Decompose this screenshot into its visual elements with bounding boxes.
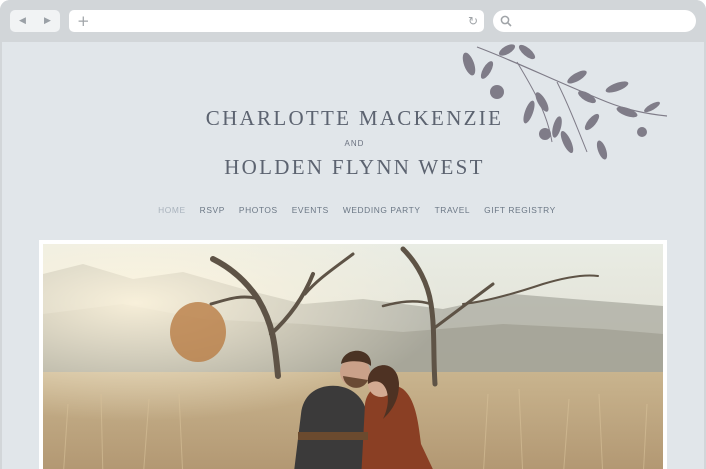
browser-window: ◀ ▶ + ↻ CHARLOTTE MACKENZIE AND HOLDEN F… — [0, 0, 706, 469]
nav-wedding-party[interactable]: WEDDING PARTY — [336, 205, 428, 219]
nav-travel[interactable]: TRAVEL — [428, 205, 478, 219]
page-viewport: CHARLOTTE MACKENZIE AND HOLDEN FLYNN WES… — [2, 42, 704, 469]
couple-name-1: CHARLOTTE MACKENZIE — [205, 106, 504, 130]
couple-name-2: HOLDEN FLYNN WEST — [224, 155, 485, 179]
reload-icon[interactable]: ↻ — [468, 13, 478, 29]
forward-arrow-icon[interactable]: ▶ — [44, 16, 51, 26]
nav-gift-registry[interactable]: GIFT REGISTRY — [477, 205, 563, 219]
nav-photos[interactable]: PHOTOS — [232, 205, 285, 219]
address-bar[interactable]: + ↻ — [69, 10, 484, 32]
site-navigation: HOME RSVP PHOTOS EVENTS WEDDING PARTY TR… — [152, 205, 562, 219]
history-buttons: ◀ ▶ — [10, 10, 60, 32]
nav-events[interactable]: EVENTS — [285, 205, 336, 219]
name-connector: AND — [344, 139, 365, 148]
nav-rsvp[interactable]: RSVP — [193, 205, 232, 219]
hero-photo-frame — [39, 240, 667, 469]
back-arrow-icon[interactable]: ◀ — [19, 16, 26, 26]
leafy-branch-illustration — [462, 44, 668, 160]
plus-icon[interactable]: + — [77, 12, 90, 30]
search-input[interactable] — [493, 10, 696, 32]
browser-toolbar: ◀ ▶ + ↻ — [0, 0, 706, 42]
nav-home[interactable]: HOME — [151, 205, 193, 219]
search-icon — [500, 15, 512, 27]
couple-in-field-photo — [43, 244, 663, 469]
